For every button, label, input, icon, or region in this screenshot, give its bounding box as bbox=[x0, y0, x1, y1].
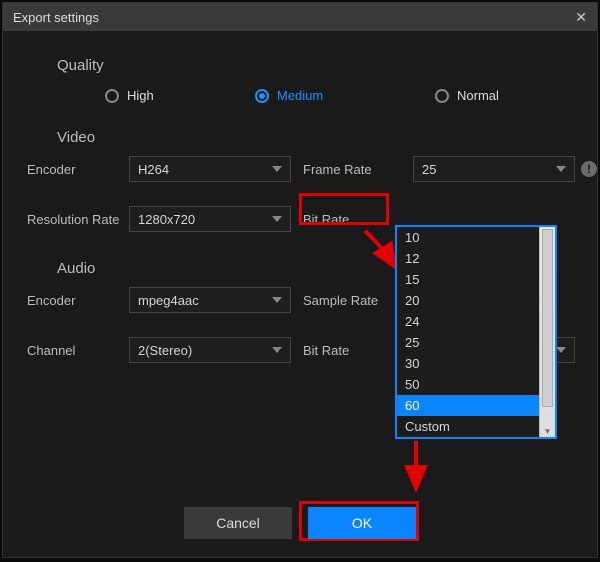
label-video-bitrate: Bit Rate bbox=[297, 212, 407, 227]
select-value: H264 bbox=[138, 162, 169, 177]
select-channel[interactable]: 2(Stereo) bbox=[129, 337, 291, 363]
radio-label: High bbox=[127, 88, 154, 103]
radio-label: Medium bbox=[277, 88, 323, 103]
select-audio-encoder[interactable]: mpeg4aac bbox=[129, 287, 291, 313]
radio-icon bbox=[435, 89, 449, 103]
label-resolution: Resolution Rate bbox=[27, 212, 123, 227]
annotation-arrow-2 bbox=[401, 439, 431, 499]
chevron-down-icon bbox=[556, 347, 566, 353]
radio-label: Normal bbox=[457, 88, 499, 103]
label-sample-rate: Sample Rate bbox=[297, 293, 407, 308]
dropdown-item-50[interactable]: 50 bbox=[397, 374, 539, 395]
dropdown-list: 10 12 15 20 24 25 30 50 60 Custom bbox=[397, 227, 539, 437]
dropdown-item-15[interactable]: 15 bbox=[397, 269, 539, 290]
chevron-down-icon bbox=[272, 347, 282, 353]
select-value: 1280x720 bbox=[138, 212, 195, 227]
section-heading-video: Video bbox=[57, 129, 573, 146]
export-settings-dialog: Export settings ✕ Quality High Medium No… bbox=[2, 2, 598, 558]
scrollbar-thumb[interactable] bbox=[542, 229, 553, 407]
label-audio-bitrate: Bit Rate bbox=[297, 343, 407, 358]
label-video-encoder: Encoder bbox=[27, 162, 123, 177]
dropdown-item-custom[interactable]: Custom bbox=[397, 416, 539, 437]
dialog-title: Export settings bbox=[13, 10, 99, 25]
label-frame-rate: Frame Rate bbox=[297, 162, 407, 177]
quality-radio-medium[interactable]: Medium bbox=[255, 88, 435, 103]
label-audio-encoder: Encoder bbox=[27, 293, 123, 308]
radio-icon bbox=[255, 89, 269, 103]
scrollbar[interactable]: ▾ bbox=[539, 227, 555, 437]
select-frame-rate[interactable]: 25 bbox=[413, 156, 575, 182]
chevron-down-icon bbox=[272, 166, 282, 172]
radio-icon bbox=[105, 89, 119, 103]
section-heading-quality: Quality bbox=[57, 57, 573, 74]
quality-radio-normal[interactable]: Normal bbox=[435, 88, 499, 103]
dropdown-item-20[interactable]: 20 bbox=[397, 290, 539, 311]
dropdown-item-24[interactable]: 24 bbox=[397, 311, 539, 332]
video-grid: Encoder H264 Frame Rate 25 ! Resolution … bbox=[27, 156, 573, 232]
select-value: 25 bbox=[422, 162, 436, 177]
cancel-button[interactable]: Cancel bbox=[184, 507, 292, 539]
titlebar: Export settings ✕ bbox=[3, 3, 597, 31]
select-value: 2(Stereo) bbox=[138, 343, 192, 358]
dropdown-item-12[interactable]: 12 bbox=[397, 248, 539, 269]
ok-button[interactable]: OK bbox=[308, 507, 416, 539]
chevron-down-icon bbox=[556, 166, 566, 172]
quality-radio-high[interactable]: High bbox=[105, 88, 255, 103]
dropdown-item-30[interactable]: 30 bbox=[397, 353, 539, 374]
chevron-down-icon bbox=[272, 297, 282, 303]
frame-rate-dropdown[interactable]: 10 12 15 20 24 25 30 50 60 Custom ▾ bbox=[395, 225, 557, 439]
quality-options: High Medium Normal bbox=[105, 88, 573, 103]
select-video-encoder[interactable]: H264 bbox=[129, 156, 291, 182]
label-channel: Channel bbox=[27, 343, 123, 358]
dialog-footer: Cancel OK bbox=[3, 507, 597, 539]
dropdown-item-25[interactable]: 25 bbox=[397, 332, 539, 353]
dropdown-item-60[interactable]: 60 bbox=[397, 395, 539, 416]
select-value: mpeg4aac bbox=[138, 293, 199, 308]
warning-icon[interactable]: ! bbox=[581, 161, 597, 177]
dropdown-item-10[interactable]: 10 bbox=[397, 227, 539, 248]
chevron-down-icon bbox=[272, 216, 282, 222]
close-icon[interactable]: ✕ bbox=[575, 9, 587, 26]
select-resolution[interactable]: 1280x720 bbox=[129, 206, 291, 232]
scroll-down-icon[interactable]: ▾ bbox=[540, 425, 555, 437]
